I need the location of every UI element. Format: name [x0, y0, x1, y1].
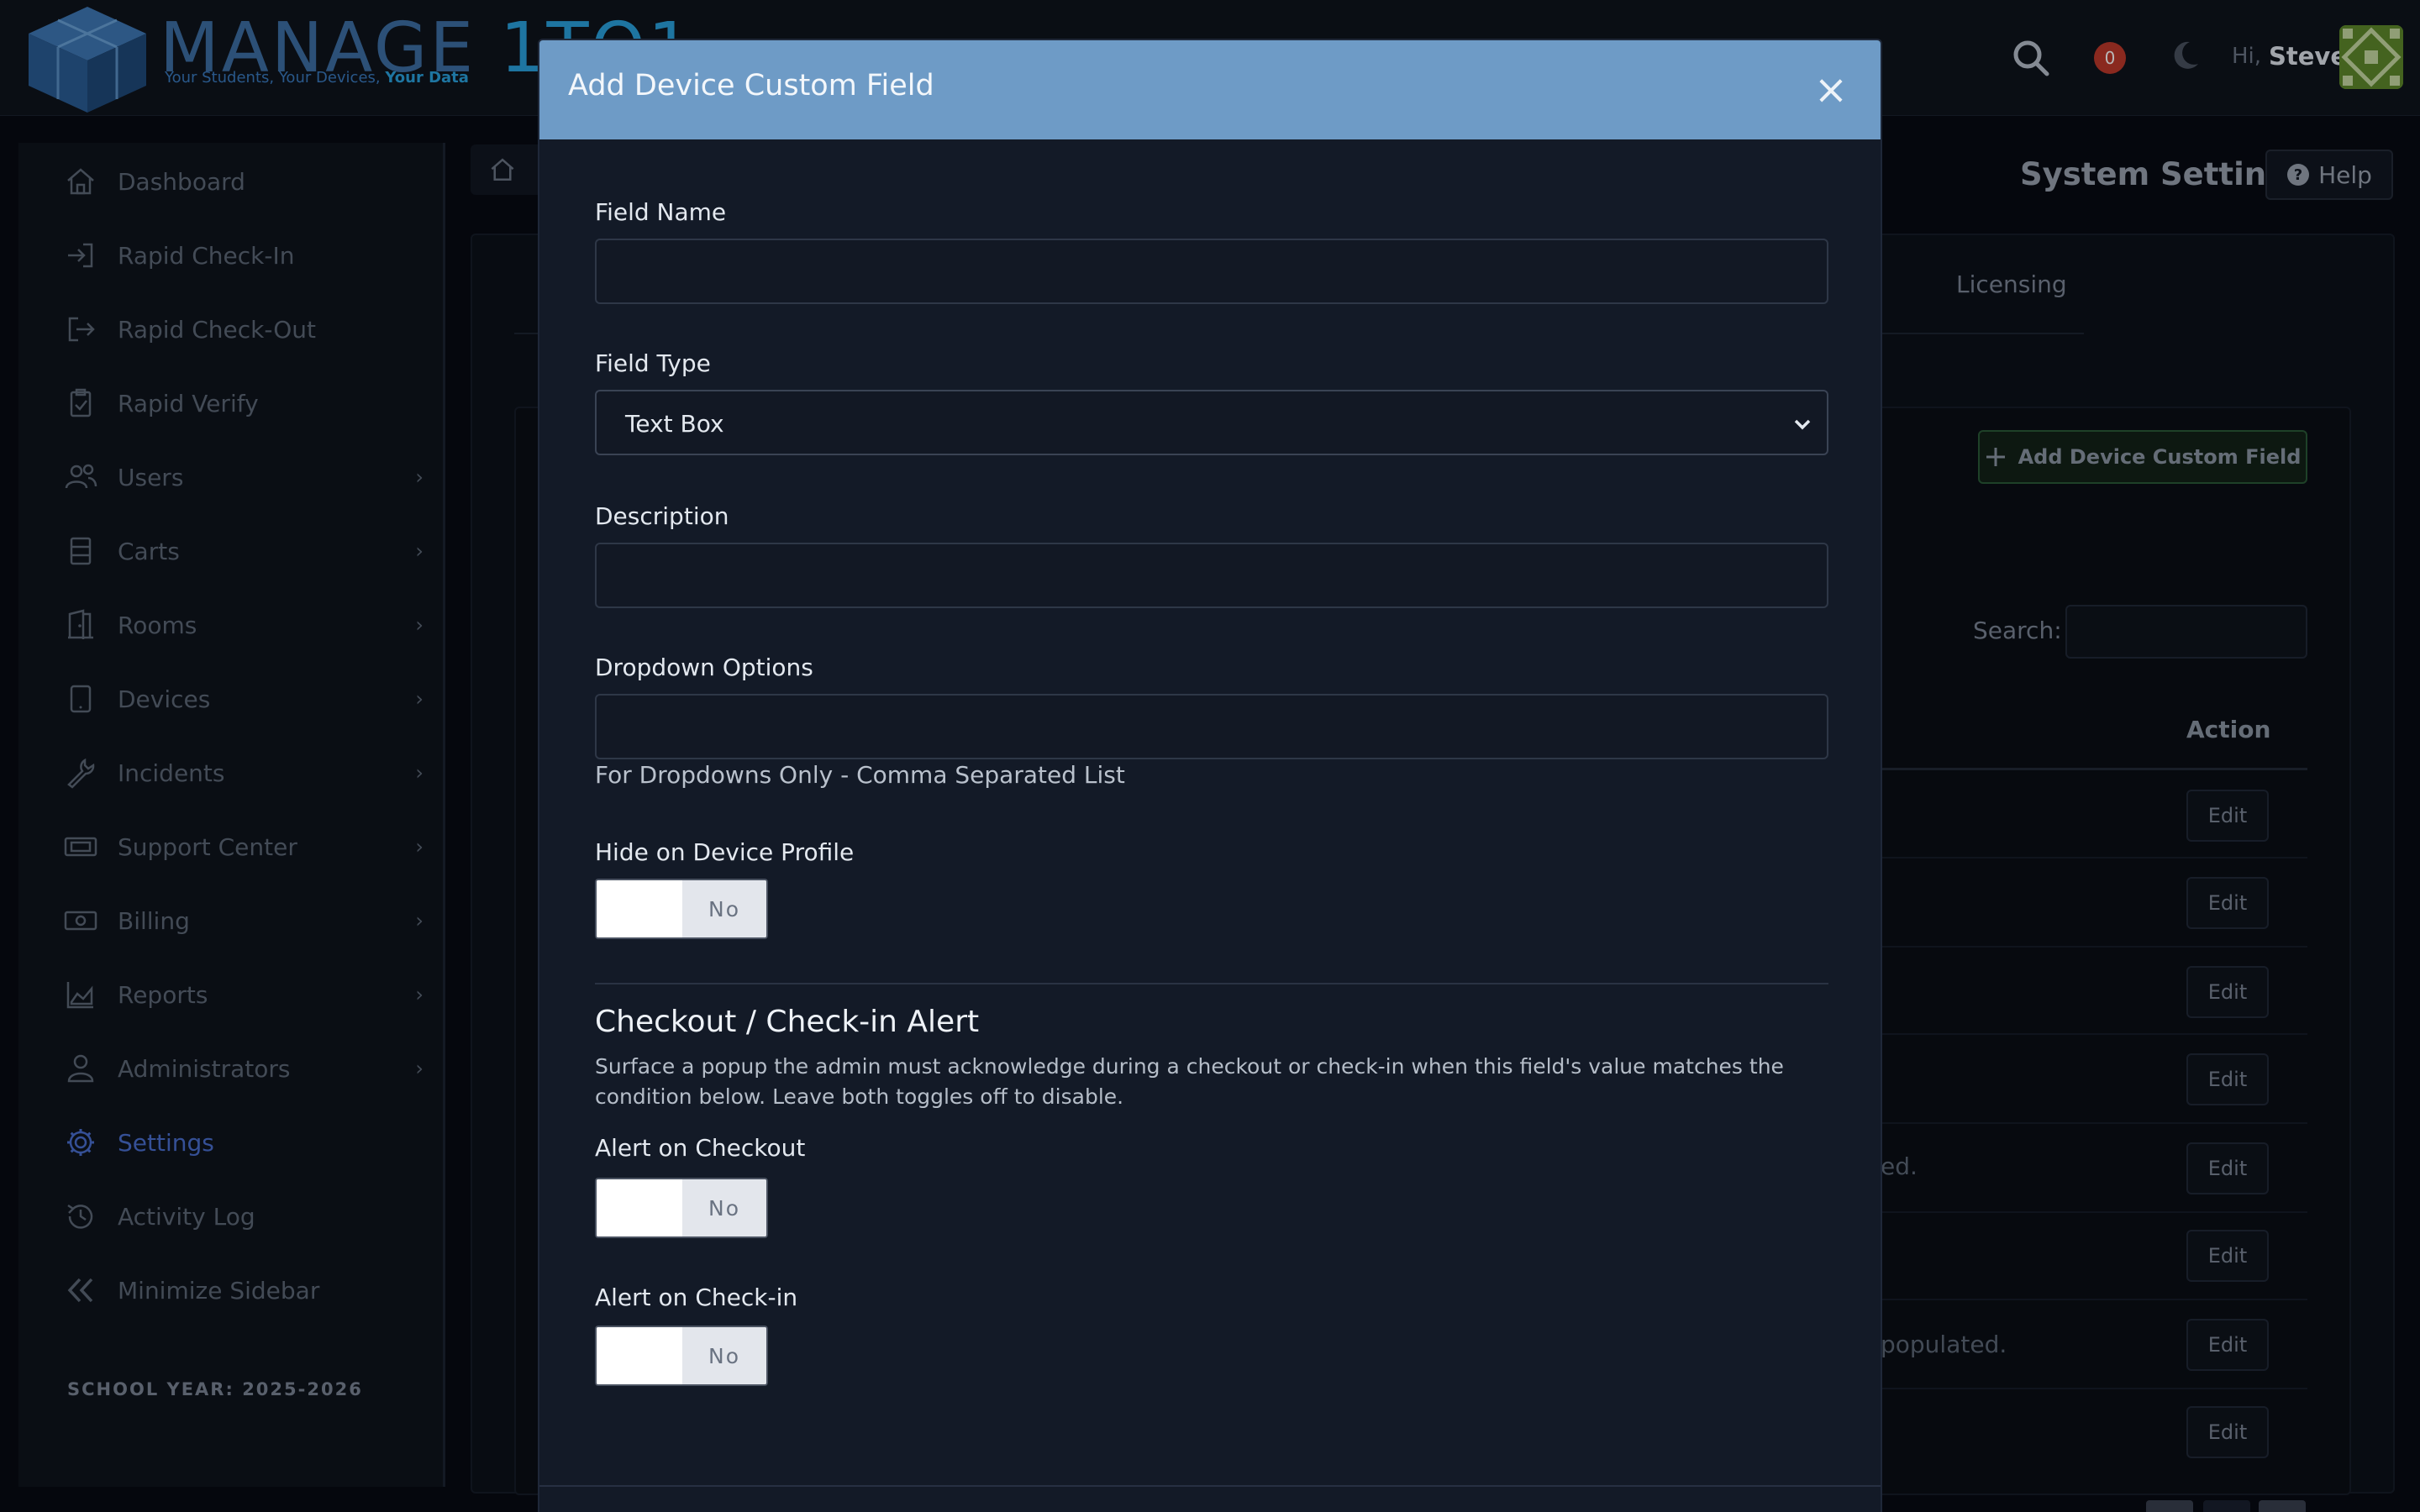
field-type-select[interactable]: Text Box — [595, 390, 1828, 455]
modal-title: Add Device Custom Field — [568, 69, 934, 102]
chevron-down-icon — [1794, 419, 1811, 430]
toggle-state-label: No — [682, 1327, 766, 1384]
toggle-state-label: No — [682, 1179, 766, 1236]
alert-section-description: Surface a popup the admin must acknowled… — [595, 1054, 1784, 1109]
section-divider — [595, 983, 1828, 984]
description-input[interactable] — [595, 543, 1828, 608]
dropdown-options-help: For Dropdowns Only - Comma Separated Lis… — [595, 761, 1125, 789]
toggle-knob — [597, 880, 682, 937]
hide-on-profile-toggle[interactable]: No — [595, 879, 768, 939]
dropdown-options-label: Dropdown Options — [595, 654, 813, 681]
field-type-label: Field Type — [595, 349, 711, 377]
toggle-knob — [597, 1179, 682, 1236]
field-name-input[interactable] — [595, 239, 1828, 304]
description-label: Description — [595, 502, 729, 530]
alert-checkin-toggle[interactable]: No — [595, 1326, 768, 1386]
toggle-state-label: No — [682, 880, 766, 937]
alert-checkout-label: Alert on Checkout — [595, 1134, 806, 1162]
close-icon[interactable]: × — [1812, 70, 1850, 110]
hide-on-profile-label: Hide on Device Profile — [595, 838, 855, 866]
field-type-selected: Text Box — [625, 410, 724, 438]
alert-checkin-label: Alert on Check-in — [595, 1284, 798, 1311]
toggle-knob — [597, 1327, 682, 1384]
dropdown-options-input[interactable] — [595, 694, 1828, 759]
alert-section-title: Checkout / Check-in Alert — [595, 1005, 980, 1039]
alert-checkout-toggle[interactable]: No — [595, 1178, 768, 1238]
modal-footer-divider — [539, 1485, 1881, 1487]
modal-header: Add Device Custom Field × — [539, 40, 1881, 139]
field-name-label: Field Name — [595, 198, 727, 226]
add-device-custom-field-modal: Add Device Custom Field × Field Name Fie… — [538, 39, 1882, 1512]
